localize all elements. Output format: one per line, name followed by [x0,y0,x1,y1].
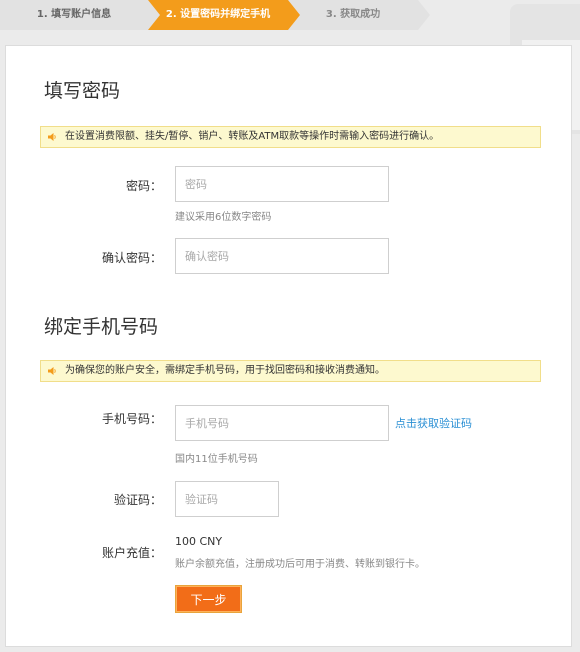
confirm-password-label: 确认密码： [101,251,162,265]
password-input[interactable] [175,166,389,202]
code-label: 验证码： [113,493,162,507]
speaker-icon [48,367,56,375]
verification-code-input[interactable] [175,481,279,517]
step-1-arrow [148,0,160,30]
recharge-hint: 账户余额充值，注册成功后可用于消费、转账到银行卡。 [175,559,425,570]
step-3: 3. 获取成功 [288,0,418,30]
step-1: 1. 填写账户信息 [0,0,148,30]
step-2-active: 2. 设置密码并绑定手机 [148,0,288,30]
get-code-link[interactable]: 点击获取验证码 [395,415,472,431]
speaker-icon [48,133,56,141]
recharge-label: 账户充值： [101,546,162,560]
step-2-arrow [288,0,300,30]
phone-section-title: 绑定手机号码 [44,316,159,338]
confirm-password-input[interactable] [175,238,389,274]
password-section-title: 填写密码 [44,80,121,102]
phone-label: 手机号码： [101,412,162,426]
recharge-amount: 100 CNY [175,535,223,548]
progress-steps: 1. 填写账户信息 2. 设置密码并绑定手机 3. 获取成功 [0,0,580,30]
phone-hint: 国内11位手机号码 [175,454,258,465]
phone-notice: 为确保您的账户安全，需绑定手机号码，用于找回密码和接收消费通知。 [40,360,541,382]
password-notice: 在设置消费限额、挂失/暂停、销户、转账及ATM取款等操作时需输入密码进行确认。 [40,126,541,148]
password-hint: 建议采用6位数字密码 [175,212,272,223]
phone-notice-text: 为确保您的账户安全，需绑定手机号码，用于找回密码和接收消费通知。 [65,365,385,376]
step-3-arrow [418,0,430,30]
next-button[interactable]: 下一步 [175,585,242,613]
phone-input[interactable] [175,405,389,441]
password-notice-text: 在设置消费限额、挂失/暂停、销户、转账及ATM取款等操作时需输入密码进行确认。 [65,131,440,142]
form-card: 填写密码 在设置消费限额、挂失/暂停、销户、转账及ATM取款等操作时需输入密码进… [5,45,572,647]
password-label: 密码： [125,179,162,193]
